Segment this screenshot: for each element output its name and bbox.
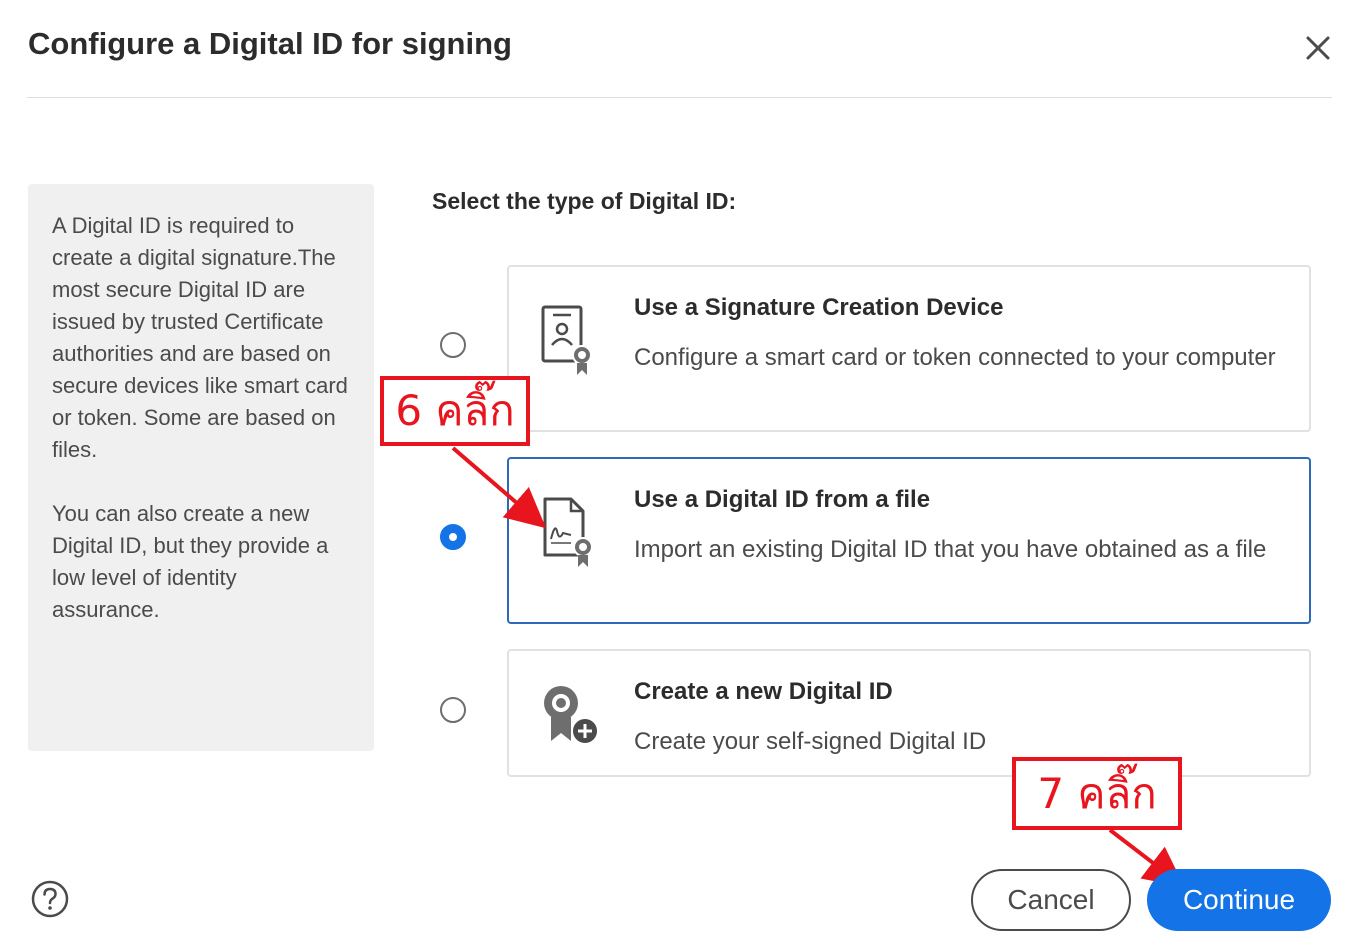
radio-digital-id-file[interactable] (440, 524, 466, 550)
configure-digital-id-dialog: Configure a Digital ID for signing A Dig… (0, 0, 1364, 945)
title-divider (27, 97, 1332, 98)
option-digital-id-from-file[interactable]: Use a Digital ID from a file Import an e… (507, 457, 1311, 624)
info-panel: A Digital ID is required to create a dig… (28, 184, 374, 751)
radio-signature-device[interactable] (440, 332, 466, 358)
dialog-title: Configure a Digital ID for signing (28, 26, 512, 61)
annotation-step-6: 6 คลิ๊ก (380, 376, 530, 446)
close-icon[interactable] (1305, 35, 1331, 61)
option-create-new-digital-id[interactable]: Create a new Digital ID Create your self… (507, 649, 1311, 777)
option-2-description: Import an existing Digital ID that you h… (634, 536, 1267, 563)
option-2-title: Use a Digital ID from a file (634, 486, 931, 513)
radio-new-digital-id[interactable] (440, 697, 466, 723)
option-3-description: Create your self-signed Digital ID (634, 728, 987, 755)
option-1-description: Configure a smart card or token connecte… (634, 344, 1276, 371)
option-3-title: Create a new Digital ID (634, 678, 893, 705)
continue-button[interactable]: Continue (1147, 869, 1331, 931)
signed-file-icon (543, 497, 593, 567)
info-paragraph-1: A Digital ID is required to create a dig… (52, 213, 348, 462)
cancel-button[interactable]: Cancel (971, 869, 1131, 931)
new-id-badge-icon (544, 686, 599, 745)
certificate-device-icon (541, 305, 592, 375)
option-1-title: Use a Signature Creation Device (634, 294, 1004, 321)
info-paragraph-2: You can also create a new Digital ID, bu… (52, 501, 329, 622)
digital-id-type-label: Select the type of Digital ID: (432, 188, 737, 214)
help-icon[interactable] (30, 879, 70, 919)
option-signature-creation-device[interactable]: Use a Signature Creation Device Configur… (507, 265, 1311, 432)
annotation-step-7: 7 คลิ๊ก (1012, 757, 1182, 830)
close-button[interactable] (1298, 28, 1338, 68)
